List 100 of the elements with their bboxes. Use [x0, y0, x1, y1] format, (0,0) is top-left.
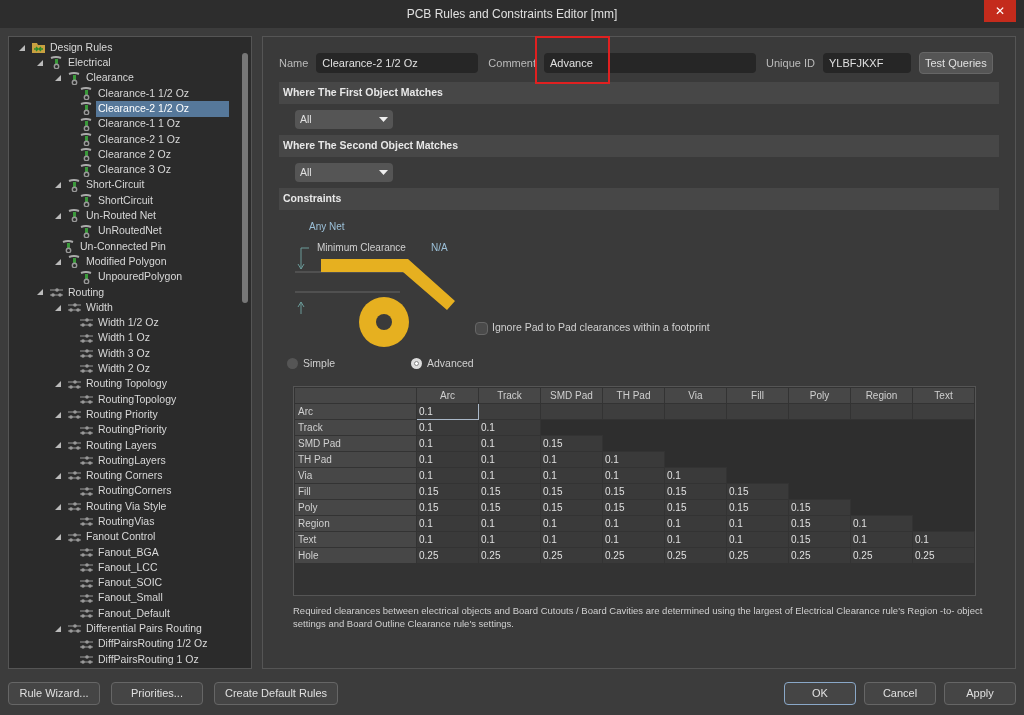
tree-item[interactable]: Clearance-2 1/2 Oz — [96, 100, 230, 117]
routing-rule-icon — [79, 637, 94, 651]
tree-item[interactable]: RoutingTopology — [96, 391, 179, 408]
name-field[interactable]: Clearance-2 1/2 Oz — [316, 53, 479, 73]
routing-rule-icon — [67, 530, 82, 544]
column-header: Via — [664, 387, 727, 404]
tree-item[interactable]: Routing — [66, 284, 107, 301]
routing-rule-icon — [79, 545, 94, 559]
tree-item[interactable]: Clearance-2 1 Oz — [96, 131, 183, 148]
tree-item[interactable]: Un-Connected Pin — [78, 238, 168, 255]
tree-item[interactable]: RoutingVias — [96, 514, 157, 530]
table-cell[interactable]: 0.15 — [726, 483, 789, 500]
tree-item[interactable]: Clearance — [84, 70, 136, 87]
expand-toggle-icon[interactable] — [55, 411, 61, 418]
comment-field[interactable]: Advance — [544, 53, 757, 73]
expand-toggle-icon[interactable] — [37, 59, 43, 66]
expand-toggle-icon[interactable] — [55, 75, 61, 82]
tree-item[interactable]: RoutingLayers — [96, 452, 168, 469]
tree-item[interactable]: ShortCircuit — [96, 192, 155, 209]
table-cell[interactable]: 0.15 — [540, 435, 603, 452]
footer-button[interactable]: OK — [784, 681, 856, 705]
tree-item[interactable]: Short-Circuit — [84, 177, 147, 194]
expand-toggle-icon[interactable] — [55, 258, 61, 265]
tree-item[interactable]: Fanout Control — [84, 529, 158, 546]
routing-rule-icon — [79, 561, 94, 575]
tree-item[interactable]: Width 1 Oz — [96, 330, 152, 347]
tree-item[interactable]: DiffPairsRouting 1/2 Oz — [96, 636, 210, 653]
footer-button[interactable]: Create Default Rules — [214, 681, 339, 705]
tree-item[interactable]: Routing Via Style — [84, 498, 169, 515]
footer-button[interactable]: Apply — [944, 681, 1016, 705]
tree-item[interactable]: RoutingCorners — [96, 483, 174, 500]
footer-button[interactable]: Rule Wizard... — [8, 681, 100, 705]
clearance-rule-icon — [79, 87, 94, 101]
table-cell[interactable]: 0.1 — [664, 467, 727, 484]
routing-rule-icon — [79, 316, 94, 330]
object-dropdown[interactable]: All — [295, 163, 393, 182]
expand-toggle-icon[interactable] — [55, 304, 61, 311]
tree-item[interactable]: UnRoutedNet — [96, 223, 164, 240]
expand-toggle-icon[interactable] — [55, 182, 61, 189]
tree-item[interactable]: Electrical — [66, 55, 113, 71]
tree-item[interactable]: Un-Routed Net — [84, 208, 159, 224]
caret-icon — [379, 170, 388, 175]
column-header: Arc — [416, 387, 479, 404]
column-header: Text — [912, 387, 975, 404]
expand-toggle-icon[interactable] — [55, 503, 61, 510]
tree-item[interactable]: UnpouredPolygon — [96, 269, 185, 285]
tree-item[interactable]: Width 3 Oz — [96, 345, 152, 362]
clearance-rule-icon — [67, 178, 82, 192]
tree-item[interactable]: Fanout_Default — [96, 605, 172, 622]
tree-item[interactable]: Differential Pairs Routing — [84, 621, 204, 637]
routing-rule-icon — [79, 653, 94, 666]
table-cell[interactable]: 0.1 — [602, 451, 665, 468]
expand-toggle-icon[interactable] — [37, 289, 43, 296]
test-queries-button[interactable]: Test Queries — [918, 52, 993, 74]
tree-item[interactable]: Design Rules — [48, 39, 115, 56]
tree-item[interactable]: Modified Polygon — [84, 253, 169, 270]
tree-item[interactable]: DiffPairsRouting 1 Oz — [96, 651, 201, 668]
table-cell[interactable]: 0.1 — [850, 515, 913, 532]
expand-toggle-icon[interactable] — [55, 442, 61, 449]
radio-button[interactable] — [287, 358, 298, 370]
tree-item[interactable]: Clearance-1 1 Oz — [96, 116, 183, 132]
tree-item[interactable]: Clearance 2 Oz — [96, 146, 173, 163]
expand-toggle-icon[interactable] — [55, 472, 61, 479]
unique-id-label: Unique ID — [766, 55, 815, 71]
tree-item[interactable]: Width 1/2 Oz — [96, 315, 161, 331]
routing-rule-icon — [79, 362, 94, 376]
expand-toggle-icon[interactable] — [55, 625, 61, 632]
clearance-rule-icon — [67, 209, 82, 223]
tree-item[interactable]: Routing Layers — [84, 437, 159, 454]
close-button[interactable]: ✕ — [984, 0, 1016, 22]
object-dropdown[interactable]: All — [295, 110, 393, 129]
tree-item[interactable]: Clearance 3 Oz — [96, 162, 173, 178]
tree-item[interactable]: Routing Corners — [84, 468, 165, 484]
expand-toggle-icon[interactable] — [55, 212, 61, 219]
minimum-clearance-label: Minimum Clearance — [317, 241, 406, 255]
tree-item[interactable]: RoutingPriority — [96, 422, 169, 438]
radio-button[interactable] — [411, 358, 422, 370]
expand-toggle-icon[interactable] — [19, 44, 25, 51]
footer-button[interactable]: Cancel — [864, 681, 936, 705]
footer-button[interactable]: Priorities... — [111, 681, 203, 705]
routing-rule-icon — [67, 301, 82, 315]
column-header: Region — [850, 387, 913, 404]
clearance-rule-icon — [61, 240, 76, 253]
tree-item[interactable]: Routing Priority — [84, 406, 160, 423]
tree-item[interactable]: Fanout_Small — [96, 590, 165, 607]
tree-item[interactable]: Width — [84, 299, 115, 316]
table-cell[interactable]: 0.1 — [912, 531, 975, 548]
tree-item[interactable]: Width 2 Oz — [96, 361, 152, 377]
checkbox[interactable] — [475, 321, 488, 335]
expand-toggle-icon[interactable] — [55, 381, 61, 388]
window-title: PCB Rules and Constraints Editor [mm] — [406, 6, 618, 23]
clearance-rule-icon — [79, 270, 94, 284]
tree-item[interactable]: Fanout_SOIC — [96, 575, 165, 591]
tree-item[interactable]: Fanout_BGA — [96, 544, 161, 561]
table-cell[interactable]: 0.15 — [788, 499, 851, 516]
tree-item[interactable]: Clearance-1 1/2 Oz — [96, 85, 192, 102]
tree-item[interactable]: Fanout_LCC — [96, 559, 160, 576]
expand-toggle-icon[interactable] — [55, 534, 61, 541]
unique-id-field[interactable]: YLBFJKXF — [822, 53, 911, 73]
tree-item[interactable]: Routing Topology — [84, 376, 169, 393]
